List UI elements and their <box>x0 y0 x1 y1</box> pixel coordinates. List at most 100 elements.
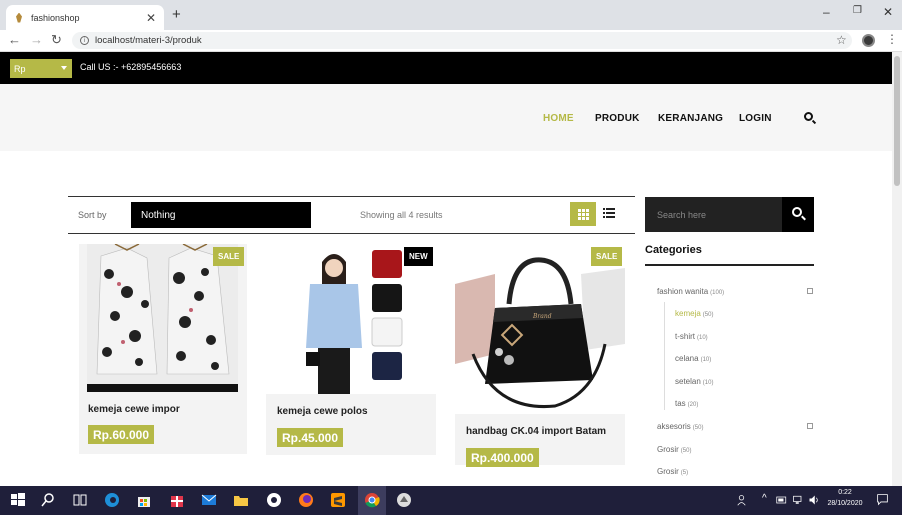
media-app-icon[interactable] <box>266 492 282 508</box>
category-label: fashion wanita <box>657 287 709 296</box>
firefox-icon[interactable] <box>298 492 314 508</box>
mail-icon[interactable] <box>201 492 217 508</box>
sidebar-search-button[interactable] <box>782 197 814 232</box>
site-topbar: Rp Call US :- +62895456663 <box>0 52 892 84</box>
category-grosir[interactable]: Grosir (5) <box>657 467 688 476</box>
network-icon[interactable] <box>792 494 804 506</box>
nav-produk[interactable]: PRODUK <box>595 113 640 124</box>
category-count: (50) <box>692 425 704 431</box>
new-tab-button[interactable]: + <box>172 7 181 22</box>
task-view-icon[interactable] <box>72 492 88 508</box>
category-count: (10) <box>700 357 712 363</box>
list-view-icon[interactable] <box>603 208 615 218</box>
store-icon[interactable] <box>136 492 152 508</box>
tab-close-icon[interactable]: ✕ <box>146 12 156 24</box>
tab-title: fashionshop <box>31 12 80 23</box>
volume-icon[interactable] <box>808 494 820 506</box>
sublime-text-icon[interactable] <box>330 492 346 508</box>
product-name[interactable]: kemeja cewe impor <box>88 404 180 415</box>
category-count: (50) <box>702 312 714 318</box>
collapse-toggle-icon[interactable] <box>807 423 813 429</box>
category-label: kemeja <box>675 309 701 318</box>
sale-badge: SALE <box>213 247 245 266</box>
back-arrow-icon[interactable]: ← <box>8 33 21 46</box>
clock-date[interactable]: 28/10/2020 <box>822 500 868 507</box>
nav-home[interactable]: HOME <box>543 113 574 124</box>
browser-tab[interactable]: fashionshop ✕ <box>6 5 164 30</box>
url-text: localhost/materi-3/produk <box>95 35 202 46</box>
people-icon[interactable] <box>737 494 749 506</box>
category-count: (100) <box>710 290 725 296</box>
categories-title: Categories <box>645 244 702 256</box>
category-kemeja[interactable]: kemeja (50) <box>675 309 713 318</box>
info-icon[interactable]: i <box>80 36 89 45</box>
currency-value: Rp <box>14 63 26 74</box>
category-label: Grosir <box>657 467 679 476</box>
product-image[interactable]: Brand <box>455 244 625 414</box>
maximize-button[interactable]: ❐ <box>853 6 862 16</box>
category-fashion-wanita[interactable]: fashion wanita (100) <box>657 287 724 296</box>
sort-label: Sort by <box>78 210 107 220</box>
search-icon[interactable] <box>40 492 56 508</box>
product-image[interactable] <box>266 244 436 394</box>
notifications-icon[interactable] <box>876 493 889 506</box>
file-explorer-icon[interactable] <box>233 492 249 508</box>
category-count: (5) <box>680 470 689 476</box>
category-tas[interactable]: tas (20) <box>675 399 698 408</box>
search-icon <box>792 207 802 217</box>
bookmark-star-icon[interactable]: ☆ <box>836 33 847 47</box>
chevron-up-icon[interactable]: ^ <box>762 493 767 504</box>
reload-icon[interactable]: ↻ <box>51 33 62 46</box>
results-count: Showing all 4 results <box>360 210 443 220</box>
currency-select[interactable]: Rp <box>10 59 72 78</box>
category-count: (20) <box>687 402 699 408</box>
categories-divider <box>645 264 814 266</box>
category-t-shirt[interactable]: t-shirt (10) <box>675 332 708 341</box>
category-label: aksesoris <box>657 422 691 431</box>
search-icon[interactable] <box>804 112 813 121</box>
collapse-toggle-icon[interactable] <box>807 288 813 294</box>
product-name[interactable]: handbag CK.04 import Batam <box>466 426 606 437</box>
edge-browser-icon[interactable] <box>104 492 120 508</box>
category-count: (10) <box>697 335 708 341</box>
forward-arrow-icon[interactable]: → <box>30 33 43 46</box>
category-label: t-shirt <box>675 332 695 341</box>
category-setelan[interactable]: setelan (10) <box>675 377 713 386</box>
gift-app-icon[interactable] <box>169 492 185 508</box>
category-grosir[interactable]: Grosir (50) <box>657 445 691 454</box>
url-input[interactable]: i localhost/materi-3/produk <box>72 32 852 49</box>
category-label: celana <box>675 354 699 363</box>
profile-avatar-icon[interactable] <box>862 34 875 47</box>
product-price: Rp.60.000 <box>88 425 155 444</box>
sidebar-search-input[interactable]: Search here <box>645 197 782 232</box>
category-tree-line <box>664 302 665 410</box>
close-window-button[interactable]: ✕ <box>883 6 893 18</box>
new-badge: NEW <box>404 247 433 266</box>
nav-keranjang[interactable]: KERANJANG <box>658 113 723 124</box>
sort-select[interactable]: Nothing <box>131 202 311 228</box>
category-aksesoris[interactable]: aksesoris (50) <box>657 422 703 431</box>
address-bar: ← → ↻ i localhost/materi-3/produk ☆ ⋮ <box>0 30 902 52</box>
svg-text:Brand: Brand <box>532 313 552 320</box>
chrome-icon[interactable] <box>364 492 380 508</box>
battery-icon[interactable] <box>776 495 788 505</box>
nav-login[interactable]: LOGIN <box>739 113 772 124</box>
category-label: tas <box>675 399 686 408</box>
app-icon[interactable] <box>396 492 412 508</box>
sale-badge: SALE <box>591 247 623 266</box>
product-price: Rp.400.000 <box>466 448 539 467</box>
browser-menu-icon[interactable]: ⋮ <box>886 32 898 46</box>
category-count: (50) <box>680 448 692 454</box>
windows-start-icon[interactable] <box>10 492 26 508</box>
category-count: (10) <box>702 380 714 386</box>
call-us-text: Call US :- +62895456663 <box>80 62 182 72</box>
category-label: Grosir <box>657 445 679 454</box>
product-name[interactable]: kemeja cewe polos <box>277 406 368 417</box>
category-celana[interactable]: celana (10) <box>675 354 711 363</box>
category-label: setelan <box>675 377 701 386</box>
scrollbar-thumb[interactable] <box>894 56 900 186</box>
minimize-button[interactable]: – <box>823 6 830 18</box>
grid-view-icon[interactable] <box>570 202 596 226</box>
clock-time[interactable]: 0:22 <box>833 489 857 496</box>
product-image[interactable] <box>87 244 238 392</box>
